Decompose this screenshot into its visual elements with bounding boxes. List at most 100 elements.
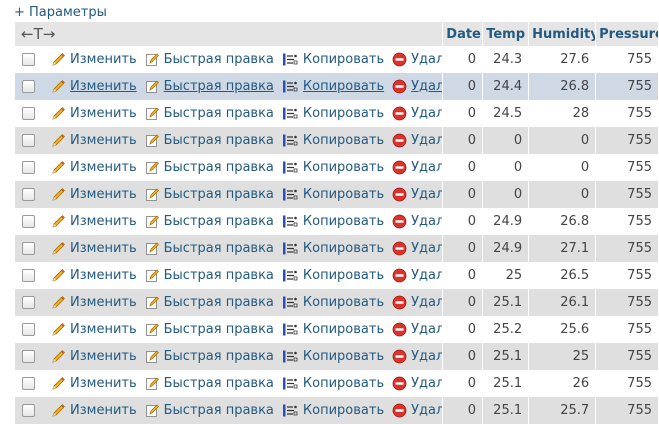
row-checkbox[interactable] [22,215,35,228]
delete-button[interactable]: Удалить [392,241,442,256]
cell-humidity[interactable]: 25.6 [529,316,597,343]
cell-humidity[interactable]: 26 [529,370,597,397]
row-checkbox[interactable] [22,350,35,363]
cell-humidity[interactable]: 27.6 [529,46,597,73]
copy-button[interactable]: Копировать [282,52,384,67]
cell-humidity[interactable]: 0 [529,127,597,154]
row-checkbox[interactable] [22,80,35,93]
copy-button[interactable]: Копировать [282,268,384,283]
cell-humidity[interactable]: 25 [529,343,597,370]
cell-pressure[interactable]: 755 [596,208,659,235]
copy-button[interactable]: Копировать [282,133,384,148]
copy-button[interactable]: Копировать [282,79,384,94]
cell-pressure[interactable]: 755 [596,262,659,289]
cell-temp[interactable]: 24.3 [483,46,530,73]
row-checkbox[interactable] [22,323,35,336]
cell-date[interactable]: 0 [443,370,484,397]
quick-edit-button[interactable]: Быстрая правка [145,349,274,364]
edit-button[interactable]: Изменить [51,160,137,175]
copy-button[interactable]: Копировать [282,241,384,256]
cell-date[interactable]: 0 [443,289,484,316]
delete-button[interactable]: Удалить [392,133,442,148]
delete-button[interactable]: Удалить [392,187,442,202]
copy-button[interactable]: Копировать [282,106,384,121]
delete-button[interactable]: Удалить [392,268,442,283]
quick-edit-button[interactable]: Быстрая правка [145,241,274,256]
delete-button[interactable]: Удалить [392,349,442,364]
delete-button[interactable]: Удалить [392,52,442,67]
quick-edit-button[interactable]: Быстрая правка [145,52,274,67]
edit-button[interactable]: Изменить [51,295,137,310]
quick-edit-button[interactable]: Быстрая правка [145,295,274,310]
quick-edit-button[interactable]: Быстрая правка [145,376,274,391]
cell-temp[interactable]: 0 [483,154,530,181]
copy-button[interactable]: Копировать [282,187,384,202]
edit-button[interactable]: Изменить [51,376,137,391]
quick-edit-button[interactable]: Быстрая правка [145,160,274,175]
edit-button[interactable]: Изменить [51,187,137,202]
delete-button[interactable]: Удалить [392,322,442,337]
column-header-humidity[interactable]: Humidity [529,22,597,46]
edit-button[interactable]: Изменить [51,133,137,148]
delete-button[interactable]: Удалить [392,295,442,310]
quick-edit-button[interactable]: Быстрая правка [145,322,274,337]
cell-date[interactable]: 0 [443,343,484,370]
delete-button[interactable]: Удалить [392,376,442,391]
cell-date[interactable]: 0 [443,316,484,343]
quick-edit-button[interactable]: Быстрая правка [145,268,274,283]
row-checkbox[interactable] [22,53,35,66]
cell-pressure[interactable]: 755 [596,235,659,262]
cell-pressure[interactable]: 755 [596,289,659,316]
cell-pressure[interactable]: 755 [596,100,659,127]
delete-button[interactable]: Удалить [392,160,442,175]
quick-edit-button[interactable]: Быстрая правка [145,133,274,148]
column-header-date[interactable]: Date [443,22,484,46]
row-checkbox[interactable] [22,134,35,147]
cell-date[interactable]: 0 [443,181,484,208]
cell-humidity[interactable]: 26.5 [529,262,597,289]
edit-button[interactable]: Изменить [51,268,137,283]
cell-pressure[interactable]: 755 [596,73,659,100]
cell-date[interactable]: 0 [443,235,484,262]
cell-pressure[interactable]: 755 [596,316,659,343]
cell-pressure[interactable]: 755 [596,370,659,397]
cell-temp[interactable]: 0 [483,127,530,154]
cell-temp[interactable]: 25.1 [483,343,530,370]
cell-temp[interactable]: 25.1 [483,289,530,316]
edit-button[interactable]: Изменить [51,214,137,229]
edit-button[interactable]: Изменить [51,241,137,256]
cell-humidity[interactable]: 26.1 [529,289,597,316]
cell-date[interactable]: 0 [443,208,484,235]
edit-button[interactable]: Изменить [51,322,137,337]
cell-date[interactable]: 0 [443,127,484,154]
column-arrows-header[interactable]: ←T→ [15,22,444,46]
cell-temp[interactable]: 25.1 [483,370,530,397]
copy-button[interactable]: Копировать [282,349,384,364]
cell-date[interactable]: 0 [443,46,484,73]
cell-humidity[interactable]: 27.1 [529,235,597,262]
cell-humidity[interactable]: 26.8 [529,208,597,235]
cell-temp[interactable]: 25.2 [483,316,530,343]
cell-date[interactable]: 0 [443,154,484,181]
edit-button[interactable]: Изменить [51,52,137,67]
row-checkbox[interactable] [22,161,35,174]
cell-pressure[interactable]: 755 [596,181,659,208]
cell-date[interactable]: 0 [443,262,484,289]
quick-edit-button[interactable]: Быстрая правка [145,187,274,202]
delete-button[interactable]: Удалить [392,106,442,121]
cell-humidity[interactable]: 26.8 [529,73,597,100]
copy-button[interactable]: Копировать [282,160,384,175]
quick-edit-button[interactable]: Быстрая правка [145,106,274,121]
row-checkbox[interactable] [22,296,35,309]
column-header-temp[interactable]: Temp [483,22,530,46]
cell-humidity[interactable]: 28 [529,100,597,127]
cell-temp[interactable]: 24.4 [483,73,530,100]
quick-edit-button[interactable]: Быстрая правка [145,214,274,229]
copy-button[interactable]: Копировать [282,322,384,337]
cell-humidity[interactable]: 0 [529,181,597,208]
edit-button[interactable]: Изменить [51,349,137,364]
copy-button[interactable]: Копировать [282,376,384,391]
cell-temp[interactable]: 25 [483,262,530,289]
row-checkbox[interactable] [22,242,35,255]
copy-button[interactable]: Копировать [282,214,384,229]
